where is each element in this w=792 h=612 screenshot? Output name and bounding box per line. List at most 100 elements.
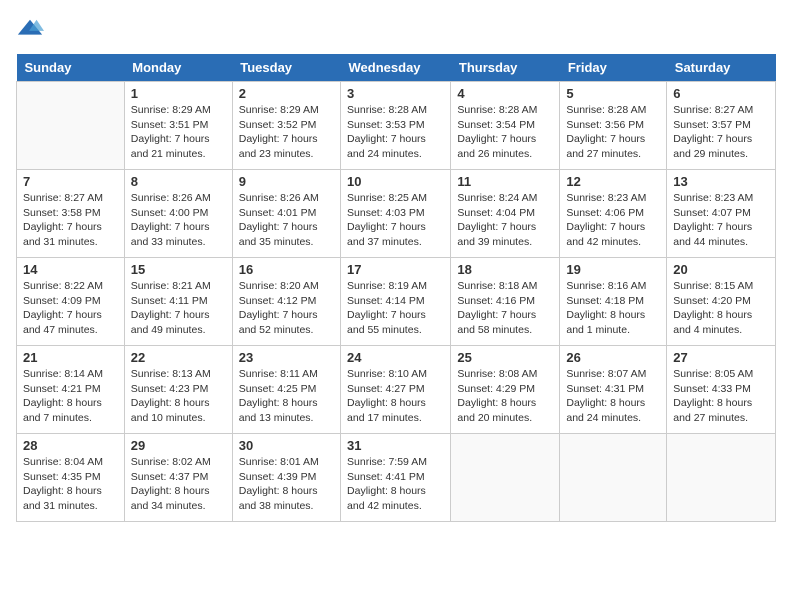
day-cell: 30 Sunrise: 8:01 AMSunset: 4:39 PMDayligh…	[232, 434, 340, 522]
day-info: Sunrise: 8:24 AMSunset: 4:04 PMDaylight:…	[457, 191, 553, 250]
day-info: Sunrise: 8:28 AMSunset: 3:56 PMDaylight:…	[566, 103, 660, 162]
day-cell: 16 Sunrise: 8:20 AMSunset: 4:12 PMDayligh…	[232, 258, 340, 346]
col-header-tuesday: Tuesday	[232, 54, 340, 82]
col-header-monday: Monday	[124, 54, 232, 82]
day-info: Sunrise: 8:21 AMSunset: 4:11 PMDaylight:…	[131, 279, 226, 338]
day-info: Sunrise: 8:20 AMSunset: 4:12 PMDaylight:…	[239, 279, 334, 338]
page-header	[16, 16, 776, 44]
day-info: Sunrise: 8:29 AMSunset: 3:52 PMDaylight:…	[239, 103, 334, 162]
day-cell: 29 Sunrise: 8:02 AMSunset: 4:37 PMDayligh…	[124, 434, 232, 522]
day-cell: 20Sunrise: 8:15 AMSunset: 4:20 PMDayligh…	[667, 258, 776, 346]
day-info: Sunrise: 8:23 AMSunset: 4:07 PMDaylight:…	[673, 191, 769, 250]
day-cell: 6 Sunrise: 8:27 AMSunset: 3:57 PMDaylight…	[667, 82, 776, 170]
day-info: Sunrise: 8:10 AMSunset: 4:27 PMDaylight:…	[347, 367, 444, 426]
day-info: Sunrise: 8:18 AMSunset: 4:16 PMDaylight:…	[457, 279, 553, 338]
day-cell: 13 Sunrise: 8:23 AMSunset: 4:07 PMDayligh…	[667, 170, 776, 258]
col-header-friday: Friday	[560, 54, 667, 82]
week-row-2: 7 Sunrise: 8:27 AMSunset: 3:58 PMDaylight…	[17, 170, 776, 258]
day-number: 4	[457, 86, 553, 101]
col-header-thursday: Thursday	[451, 54, 560, 82]
day-number: 28	[23, 438, 118, 453]
col-header-saturday: Saturday	[667, 54, 776, 82]
day-info: Sunrise: 8:13 AMSunset: 4:23 PMDaylight:…	[131, 367, 226, 426]
day-cell: 7 Sunrise: 8:27 AMSunset: 3:58 PMDaylight…	[17, 170, 125, 258]
day-cell: 23 Sunrise: 8:11 AMSunset: 4:25 PMDayligh…	[232, 346, 340, 434]
day-number: 16	[239, 262, 334, 277]
day-cell: 15 Sunrise: 8:21 AMSunset: 4:11 PMDayligh…	[124, 258, 232, 346]
day-number: 19	[566, 262, 660, 277]
day-cell: 11Sunrise: 8:24 AMSunset: 4:04 PMDayligh…	[451, 170, 560, 258]
logo-icon	[16, 16, 44, 44]
day-number: 7	[23, 174, 118, 189]
day-info: Sunrise: 8:04 AMSunset: 4:35 PMDaylight:…	[23, 455, 118, 514]
day-info: Sunrise: 8:22 AMSunset: 4:09 PMDaylight:…	[23, 279, 118, 338]
week-row-4: 21Sunrise: 8:14 AMSunset: 4:21 PMDayligh…	[17, 346, 776, 434]
day-info: Sunrise: 8:02 AMSunset: 4:37 PMDaylight:…	[131, 455, 226, 514]
day-info: Sunrise: 8:26 AMSunset: 4:01 PMDaylight:…	[239, 191, 334, 250]
day-cell: 3Sunrise: 8:28 AMSunset: 3:53 PMDaylight…	[341, 82, 451, 170]
day-cell	[560, 434, 667, 522]
week-row-1: 1 Sunrise: 8:29 AMSunset: 3:51 PMDaylight…	[17, 82, 776, 170]
day-info: Sunrise: 8:29 AMSunset: 3:51 PMDaylight:…	[131, 103, 226, 162]
day-cell: 31Sunrise: 7:59 AMSunset: 4:41 PMDayligh…	[341, 434, 451, 522]
col-header-wednesday: Wednesday	[341, 54, 451, 82]
day-cell: 1 Sunrise: 8:29 AMSunset: 3:51 PMDaylight…	[124, 82, 232, 170]
day-cell	[451, 434, 560, 522]
day-number: 3	[347, 86, 444, 101]
day-info: Sunrise: 8:26 AMSunset: 4:00 PMDaylight:…	[131, 191, 226, 250]
day-info: Sunrise: 8:08 AMSunset: 4:29 PMDaylight:…	[457, 367, 553, 426]
day-cell: 25 Sunrise: 8:08 AMSunset: 4:29 PMDayligh…	[451, 346, 560, 434]
day-number: 30	[239, 438, 334, 453]
day-info: Sunrise: 8:28 AMSunset: 3:54 PMDaylight:…	[457, 103, 553, 162]
day-number: 29	[131, 438, 226, 453]
day-number: 12	[566, 174, 660, 189]
day-info: Sunrise: 8:25 AMSunset: 4:03 PMDaylight:…	[347, 191, 444, 250]
day-cell: 5Sunrise: 8:28 AMSunset: 3:56 PMDaylight…	[560, 82, 667, 170]
day-info: Sunrise: 8:19 AMSunset: 4:14 PMDaylight:…	[347, 279, 444, 338]
day-cell: 14 Sunrise: 8:22 AMSunset: 4:09 PMDayligh…	[17, 258, 125, 346]
day-number: 23	[239, 350, 334, 365]
day-info: Sunrise: 8:27 AMSunset: 3:58 PMDaylight:…	[23, 191, 118, 250]
day-number: 25	[457, 350, 553, 365]
day-number: 10	[347, 174, 444, 189]
day-number: 6	[673, 86, 769, 101]
week-row-5: 28 Sunrise: 8:04 AMSunset: 4:35 PMDayligh…	[17, 434, 776, 522]
day-cell	[667, 434, 776, 522]
day-number: 20	[673, 262, 769, 277]
day-cell: 8 Sunrise: 8:26 AMSunset: 4:00 PMDaylight…	[124, 170, 232, 258]
day-number: 26	[566, 350, 660, 365]
day-number: 13	[673, 174, 769, 189]
day-cell: 2 Sunrise: 8:29 AMSunset: 3:52 PMDaylight…	[232, 82, 340, 170]
day-info: Sunrise: 8:16 AMSunset: 4:18 PMDaylight:…	[566, 279, 660, 338]
day-info: Sunrise: 8:14 AMSunset: 4:21 PMDaylight:…	[23, 367, 118, 426]
logo	[16, 16, 48, 44]
day-number: 27	[673, 350, 769, 365]
day-info: Sunrise: 7:59 AMSunset: 4:41 PMDaylight:…	[347, 455, 444, 514]
day-cell: 24 Sunrise: 8:10 AMSunset: 4:27 PMDayligh…	[341, 346, 451, 434]
day-cell: 28 Sunrise: 8:04 AMSunset: 4:35 PMDayligh…	[17, 434, 125, 522]
day-cell: 27 Sunrise: 8:05 AMSunset: 4:33 PMDayligh…	[667, 346, 776, 434]
day-info: Sunrise: 8:05 AMSunset: 4:33 PMDaylight:…	[673, 367, 769, 426]
day-info: Sunrise: 8:27 AMSunset: 3:57 PMDaylight:…	[673, 103, 769, 162]
day-number: 2	[239, 86, 334, 101]
day-number: 18	[457, 262, 553, 277]
day-cell: 18 Sunrise: 8:18 AMSunset: 4:16 PMDayligh…	[451, 258, 560, 346]
day-cell: 4 Sunrise: 8:28 AMSunset: 3:54 PMDaylight…	[451, 82, 560, 170]
day-number: 8	[131, 174, 226, 189]
day-cell: 12Sunrise: 8:23 AMSunset: 4:06 PMDayligh…	[560, 170, 667, 258]
day-number: 9	[239, 174, 334, 189]
day-info: Sunrise: 8:07 AMSunset: 4:31 PMDaylight:…	[566, 367, 660, 426]
day-number: 24	[347, 350, 444, 365]
day-number: 15	[131, 262, 226, 277]
day-info: Sunrise: 8:01 AMSunset: 4:39 PMDaylight:…	[239, 455, 334, 514]
day-info: Sunrise: 8:11 AMSunset: 4:25 PMDaylight:…	[239, 367, 334, 426]
day-number: 17	[347, 262, 444, 277]
day-cell: 26 Sunrise: 8:07 AMSunset: 4:31 PMDayligh…	[560, 346, 667, 434]
day-cell: 10 Sunrise: 8:25 AMSunset: 4:03 PMDayligh…	[341, 170, 451, 258]
col-header-sunday: Sunday	[17, 54, 125, 82]
day-number: 14	[23, 262, 118, 277]
day-number: 1	[131, 86, 226, 101]
week-row-3: 14 Sunrise: 8:22 AMSunset: 4:09 PMDayligh…	[17, 258, 776, 346]
calendar-table: SundayMondayTuesdayWednesdayThursdayFrid…	[16, 54, 776, 522]
day-cell: 9 Sunrise: 8:26 AMSunset: 4:01 PMDaylight…	[232, 170, 340, 258]
